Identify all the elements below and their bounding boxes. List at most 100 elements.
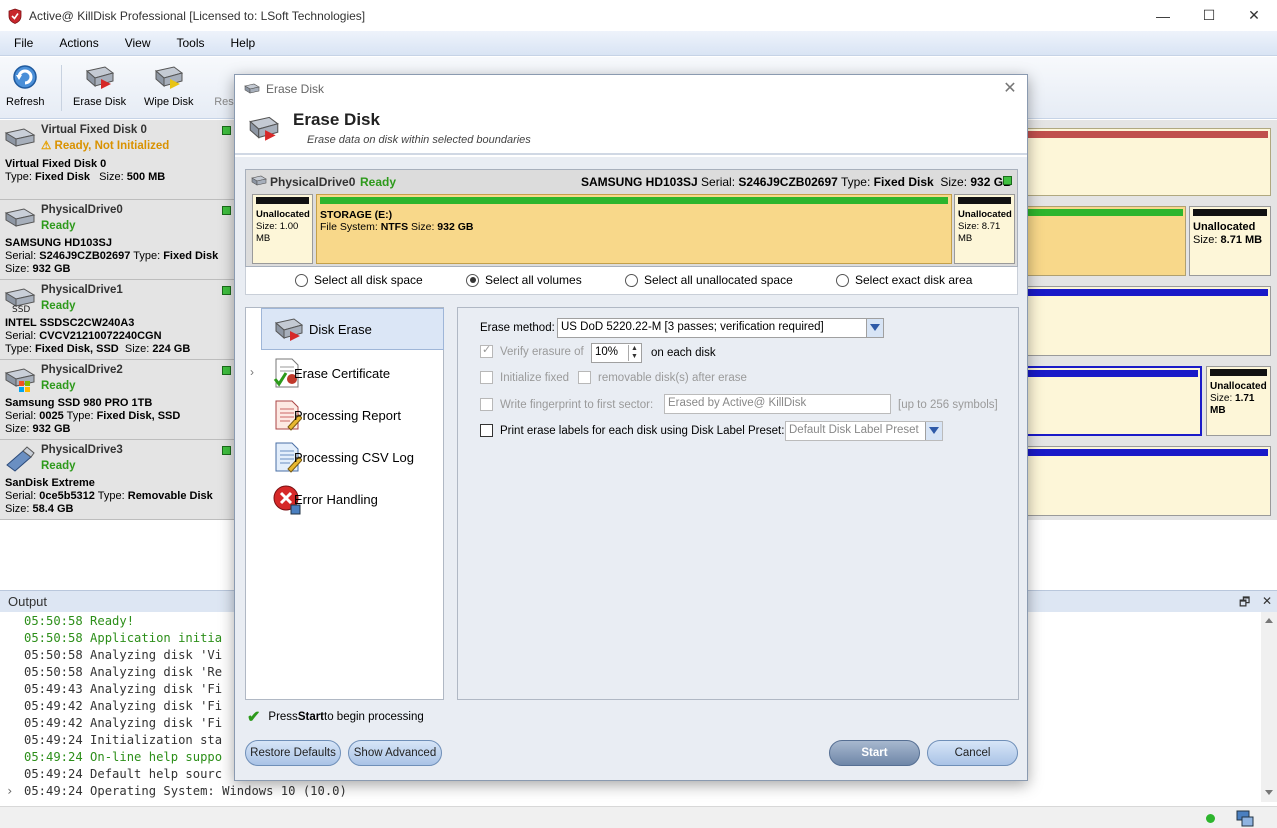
dialog-heading: Erase Disk: [293, 110, 380, 129]
nav-processing-csv-log[interactable]: Processing CSV Log: [246, 436, 443, 478]
disk-item-physicaldrive1[interactable]: SSD PhysicalDrive1 Ready INTEL SSDSC2CW2…: [0, 280, 238, 360]
initialize-fixed-row: Initialize fixed: [480, 371, 569, 384]
disk-item-virtual-0[interactable]: Virtual Fixed Disk 0 ⚠ Ready, Not Initia…: [0, 120, 238, 200]
settings-navigation: Disk Erase › Erase Certificate Processin…: [245, 307, 444, 700]
disk-serial: Serial: CVCV21210072240CGN: [5, 330, 162, 342]
verify-percent-spinner[interactable]: 10% ▲ ▼: [591, 343, 642, 363]
erase-disk-small-icon: [244, 83, 260, 94]
disk-name: PhysicalDrive0: [41, 204, 123, 216]
log-line: 05:50:58 Analyzing disk 'Vi: [24, 648, 223, 662]
disk-serial-type: Serial: S246J9CZB02697 Type: Fixed Disk: [5, 250, 219, 262]
nav-disk-erase[interactable]: Disk Erase: [261, 308, 444, 350]
disk-item-physicaldrive3[interactable]: PhysicalDrive3 Ready SanDisk Extreme Ser…: [0, 440, 238, 520]
disk-status-led: [222, 206, 231, 215]
selected-disk-map: PhysicalDrive0 Ready SAMSUNG HD103SJ Ser…: [245, 169, 1018, 267]
map-unallocated-label: Unallocated: [1193, 221, 1256, 233]
menu-actions[interactable]: Actions: [46, 36, 111, 50]
output-title: Output: [8, 594, 48, 609]
spinner-arrows-icon[interactable]: ▲ ▼: [628, 345, 640, 361]
refresh-button[interactable]: Refresh: [6, 61, 45, 108]
start-button[interactable]: Start: [829, 740, 920, 766]
output-scrollbar[interactable]: [1261, 612, 1277, 802]
log-line: 05:49:42 Analyzing disk 'Fi: [24, 716, 223, 730]
log-line: 05:49:24 Default help sourc: [24, 767, 223, 781]
minimize-button[interactable]: —: [1140, 0, 1186, 31]
log-line: 05:49:24 Initialization sta: [24, 733, 223, 747]
initialize-fixed-checkbox[interactable]: [480, 371, 493, 384]
status-led-icon: [1206, 814, 1215, 823]
map-unallocated-label: Unallocated: [1210, 381, 1267, 392]
status-bar: [0, 806, 1277, 828]
disk-item-physicaldrive0[interactable]: PhysicalDrive0 Ready SAMSUNG HD103SJ Ser…: [0, 200, 238, 280]
nav-error-handling[interactable]: Error Handling: [246, 478, 443, 520]
disk-status-led: [222, 126, 231, 135]
close-panel-icon[interactable]: ✕: [1262, 594, 1272, 608]
print-labels-row: Print erase labels for each disk using D…: [480, 424, 784, 437]
disk-model: Samsung SSD 980 PRO 1TB: [5, 397, 153, 409]
fingerprint-row: Write fingerprint to first sector:: [480, 398, 653, 411]
menu-tools[interactable]: Tools: [164, 36, 218, 50]
warning-icon: ⚠: [41, 140, 52, 152]
radio-all-disk-space[interactable]: Select all disk space: [295, 273, 423, 287]
dialog-subheading: Erase data on disk within selected bound…: [307, 134, 531, 146]
menu-file[interactable]: File: [0, 36, 46, 50]
fingerprint-input[interactable]: Erased by Active@ KillDisk: [664, 394, 891, 414]
radio-all-volumes[interactable]: Select all volumes: [466, 273, 582, 287]
selected-disk-header: PhysicalDrive0 Ready SAMSUNG HD103SJ Ser…: [246, 170, 1017, 192]
menu-help[interactable]: Help: [218, 36, 269, 50]
dialog-body: PhysicalDrive0 Ready SAMSUNG HD103SJ Ser…: [235, 157, 1027, 780]
volume-storage-e[interactable]: STORAGE (E:) File System: NTFS Size: 932…: [316, 194, 952, 264]
ssd-icon: SSD: [4, 288, 36, 315]
log-line: 05:49:24 On-line help suppo: [24, 750, 223, 764]
refresh-icon: [13, 65, 38, 89]
disk-name: PhysicalDrive2: [41, 364, 123, 376]
disk-erase-options: Erase method: US DoD 5220.22-M [3 passes…: [457, 307, 1019, 700]
usb-drive-icon: [6, 446, 35, 472]
resume-button[interactable]: Res: [214, 61, 234, 108]
disk-status-led: [222, 446, 231, 455]
network-status-icon: [1236, 810, 1254, 827]
disk-item-physicaldrive2[interactable]: PhysicalDrive2 Ready Samsung SSD 980 PRO…: [0, 360, 238, 440]
verify-erasure-checkbox[interactable]: [480, 343, 493, 358]
disk-status: Ready: [41, 300, 76, 312]
windows-disk-icon: [4, 368, 36, 392]
log-line: 05:49:42 Analyzing disk 'Fi: [24, 699, 223, 713]
checkmark-icon: ✔: [247, 709, 261, 726]
show-advanced-button[interactable]: Show Advanced: [348, 740, 442, 766]
maximize-button[interactable]: ☐: [1186, 0, 1232, 31]
log-line: 05:50:58 Ready!: [24, 614, 135, 628]
verify-suffix: on each disk: [651, 347, 716, 359]
close-window-button[interactable]: ✕: [1231, 0, 1277, 31]
menu-view[interactable]: View: [112, 36, 164, 50]
nav-processing-report[interactable]: Processing Report: [246, 394, 443, 436]
volume-unallocated-start[interactable]: Unallocated Size: 1.00 MB: [252, 194, 313, 264]
virtual-disk-icon: [4, 128, 36, 147]
fingerprint-checkbox[interactable]: [480, 398, 493, 411]
dialog-close-button[interactable]: ✕: [1001, 80, 1019, 98]
nav-erase-certificate[interactable]: › Erase Certificate: [246, 352, 443, 394]
volume-unallocated-end[interactable]: Unallocated Size: 8.71 MB: [954, 194, 1015, 264]
log-line: 05:49:24 Operating System: Windows 10 (1…: [24, 784, 347, 798]
restore-defaults-button[interactable]: Restore Defaults: [245, 740, 341, 766]
refresh-label: Refresh: [6, 96, 45, 108]
hard-disk-small-icon: [251, 175, 267, 186]
disk-model: Virtual Fixed Disk 0: [5, 158, 107, 170]
erase-method-dropdown[interactable]: US DoD 5220.22-M [3 passes; verification…: [557, 318, 884, 338]
restore-panel-icon[interactable]: 🗗: [1239, 593, 1250, 614]
erase-disk-button[interactable]: Erase Disk: [73, 61, 126, 108]
initialize-removable-checkbox[interactable]: [578, 371, 591, 384]
selection-mode-group: Select all disk space Select all volumes…: [245, 267, 1018, 295]
radio-all-unallocated[interactable]: Select all unallocated space: [625, 273, 793, 287]
dialog-title-bar: Erase Disk: [235, 75, 1027, 103]
map-row-virtual: [1026, 120, 1277, 200]
radio-exact-disk-area[interactable]: Select exact disk area: [836, 273, 972, 287]
cancel-button[interactable]: Cancel: [927, 740, 1018, 766]
print-labels-checkbox[interactable]: [480, 424, 493, 437]
wipe-disk-button[interactable]: Wipe Disk: [144, 61, 194, 108]
disk-status-led: [222, 286, 231, 295]
expand-chevron-icon[interactable]: ›: [250, 365, 254, 379]
label-preset-dropdown[interactable]: Default Disk Label Preset: [785, 421, 943, 441]
resume-label: Res: [214, 96, 234, 108]
dialog-header: Erase Disk Erase data on disk within sel…: [235, 103, 1027, 155]
expand-arrow-icon[interactable]: ›: [6, 784, 13, 798]
